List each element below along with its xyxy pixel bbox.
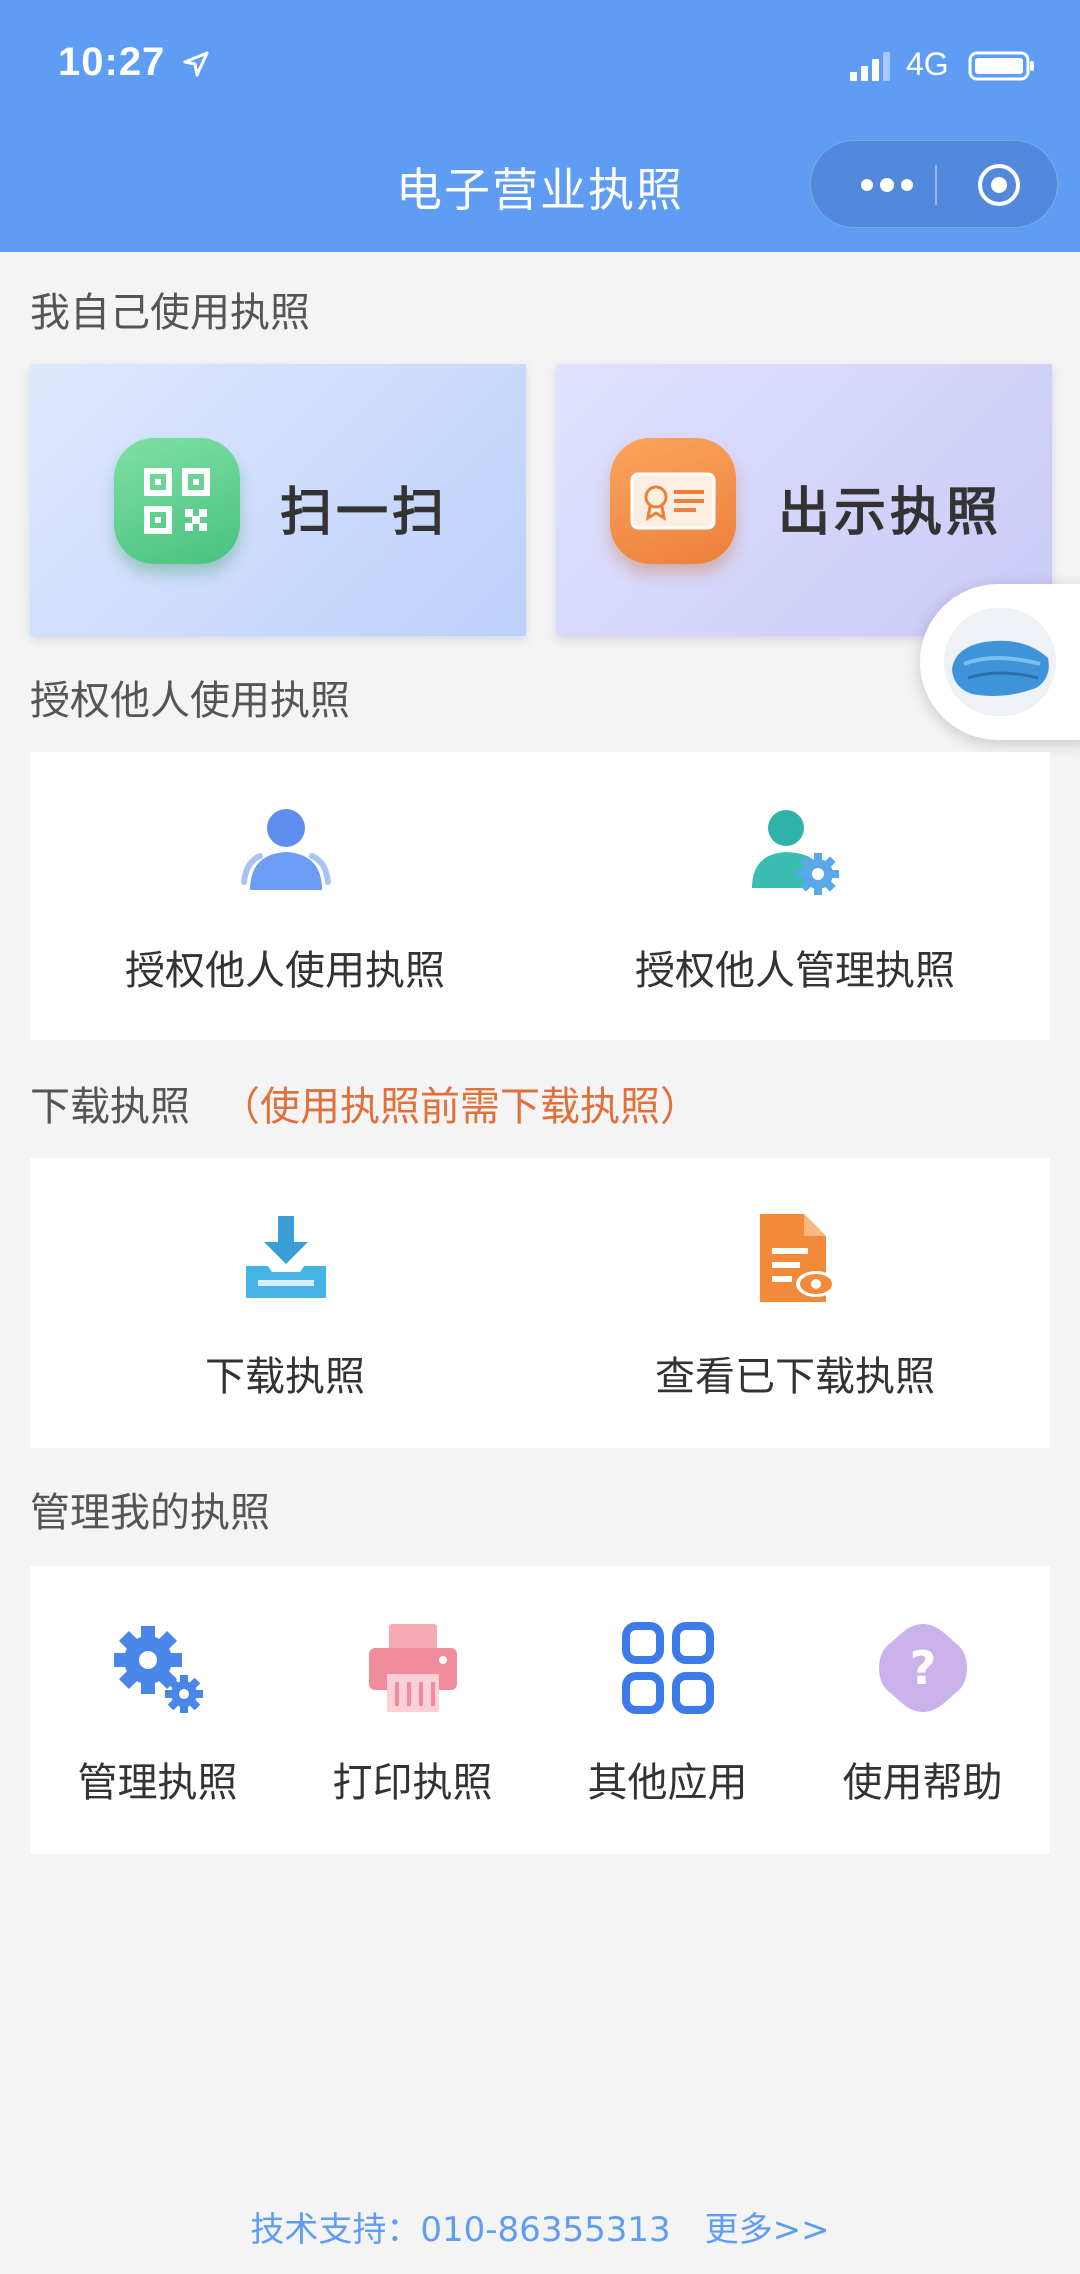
svg-text:?: ?	[910, 1641, 937, 1695]
section-title-auth: 授权他人使用执照	[30, 678, 350, 724]
signal-icon	[850, 52, 890, 81]
manage-license-label: 管理执照	[77, 1760, 238, 1806]
apps-grid-icon	[622, 1622, 714, 1714]
license-card-icon	[610, 438, 736, 564]
download-card: 下载执照 查看已下载执照	[30, 1158, 1050, 1448]
network-type: 4G	[906, 46, 949, 82]
support-phone[interactable]: 010-86355313	[420, 2210, 670, 2250]
footer: 技术支持：010-86355313 更多>>	[0, 2202, 1080, 2251]
auth-card: 授权他人使用执照 授权他人管理执照	[30, 752, 1050, 1040]
auth-manage-label: 授权他人管理执照	[635, 948, 955, 994]
scan-label: 扫一扫	[280, 483, 449, 543]
help-label: 使用帮助	[842, 1760, 1003, 1806]
battery-icon	[968, 51, 1034, 81]
scan-card[interactable]: 扫一扫	[30, 364, 526, 636]
header-bar: 10:27 4G 电子营业执照	[0, 0, 1080, 252]
manage-license-item[interactable]: 管理执照	[30, 1566, 285, 1854]
miniprogram-capsule	[810, 140, 1058, 228]
more-link[interactable]: 更多>>	[705, 2202, 830, 2251]
other-apps-item[interactable]: 其他应用	[540, 1566, 795, 1854]
auth-use-label: 授权他人使用执照	[125, 948, 445, 994]
status-time: 10:27	[58, 40, 166, 84]
help-item[interactable]: ? 使用帮助	[795, 1566, 1050, 1854]
download-label: 下载执照	[205, 1354, 365, 1400]
help-question-icon: ?	[879, 1624, 967, 1712]
other-apps-label: 其他应用	[587, 1760, 748, 1806]
location-arrow-icon	[183, 51, 209, 77]
user-icon	[241, 809, 331, 890]
download-item[interactable]: 下载执照	[30, 1158, 540, 1448]
settings-gears-icon	[114, 1626, 203, 1713]
support-label: 技术支持：	[250, 2210, 421, 2250]
print-license-label: 打印执照	[332, 1760, 493, 1806]
manage-card: 管理执照 打印执照 其他应用 ? 使用帮助	[30, 1566, 1050, 1854]
more-dots-icon[interactable]	[843, 141, 931, 229]
floating-widget[interactable]	[920, 584, 1080, 740]
show-license-label: 出示执照	[778, 483, 1003, 543]
section-title-manage: 管理我的执照	[30, 1490, 270, 1536]
download-icon	[246, 1216, 326, 1298]
auth-manage-item[interactable]: 授权他人管理执照	[540, 752, 1050, 1040]
user-settings-icon	[752, 810, 839, 895]
section-download-note: （使用执照前需下载执照）	[220, 1084, 700, 1130]
printer-icon	[369, 1624, 457, 1712]
close-target-icon[interactable]	[975, 161, 1023, 209]
section-download-title: 下载执照	[30, 1084, 190, 1130]
floating-avatar-image	[944, 608, 1056, 716]
capsule-divider	[935, 165, 937, 205]
section-title-download: 下载执照 （使用执照前需下载执照）	[30, 1074, 700, 1132]
print-license-item[interactable]: 打印执照	[285, 1566, 540, 1854]
qr-scan-icon	[114, 438, 240, 564]
view-downloaded-item[interactable]: 查看已下载执照	[540, 1158, 1050, 1448]
auth-use-item[interactable]: 授权他人使用执照	[30, 752, 540, 1040]
document-view-icon	[760, 1214, 836, 1302]
view-downloaded-label: 查看已下载执照	[655, 1354, 935, 1400]
section-title-self: 我自己使用执照	[30, 290, 310, 336]
